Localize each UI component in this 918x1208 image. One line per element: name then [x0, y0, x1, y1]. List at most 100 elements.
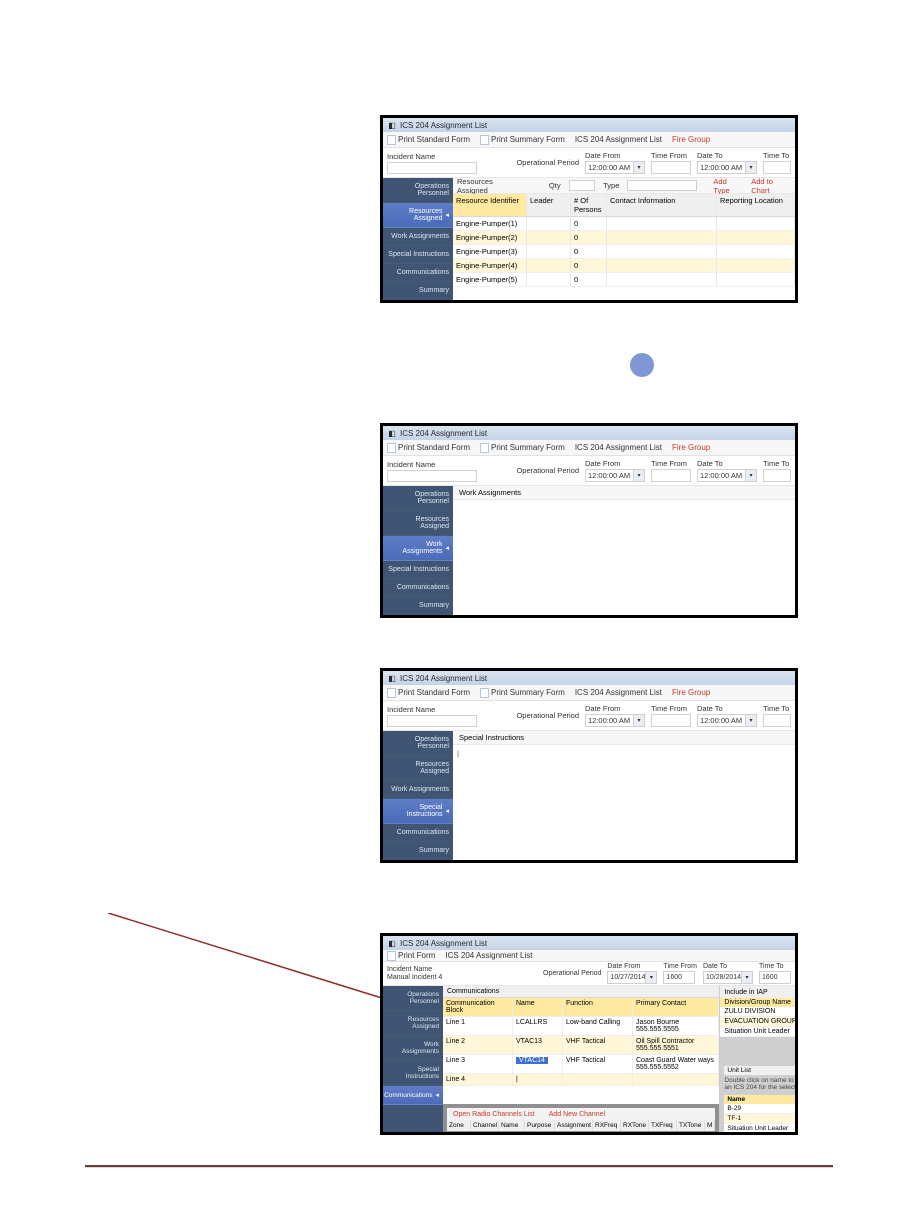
- nav-special-instructions[interactable]: Special Instructions: [383, 246, 453, 264]
- col-persons: # Of Persons: [571, 194, 607, 216]
- nav-operations-personnel[interactable]: Operations Personnel: [383, 178, 453, 203]
- app-icon: ◧: [387, 938, 397, 948]
- date-to-combo[interactable]: 10/28/2014▾: [703, 971, 753, 984]
- list-label: ICS 204 Assignment List: [445, 951, 532, 960]
- incident-name-input[interactable]: [387, 715, 477, 727]
- nav-operations-personnel[interactable]: Operations Personnel: [383, 486, 453, 511]
- add-to-chart-link[interactable]: Add to Chart: [751, 177, 791, 195]
- nav-operations-personnel[interactable]: Operations Personnel: [383, 986, 443, 1011]
- table-row[interactable]: Engine-Pumper(5)0: [453, 273, 795, 287]
- time-to-input[interactable]: [763, 469, 791, 482]
- window-title-bar: ◧ ICS 204 Assignment List: [383, 118, 795, 132]
- table-row[interactable]: Engine-Pumper(2)0: [453, 231, 795, 245]
- nav-resources-assigned[interactable]: Resources Assigned: [383, 1011, 443, 1036]
- print-form-button[interactable]: Print Form: [387, 951, 435, 961]
- date-to-combo[interactable]: 12:00:00 AM▾: [697, 714, 757, 727]
- add-new-channel-link[interactable]: Add New Channel: [549, 1111, 605, 1118]
- app-icon: ◧: [387, 673, 397, 683]
- time-from-input[interactable]: [651, 469, 691, 482]
- print-summary-button[interactable]: Print Summary Form: [480, 688, 565, 698]
- date-from-label: Date From: [585, 151, 645, 160]
- time-to-input[interactable]: [763, 161, 791, 174]
- time-from-label: Time From: [651, 704, 691, 713]
- table-row[interactable]: B-29unit: [724, 1104, 798, 1114]
- date-to-combo[interactable]: 12:00:00 AM▾: [697, 469, 757, 482]
- table-row[interactable]: Line 1LCALLRSLow-band CallingJason Bourn…: [443, 1017, 719, 1036]
- table-row[interactable]: Line 4|: [443, 1074, 719, 1086]
- iap-panel: Include in IAP Division/Group Name ZULU …: [720, 986, 798, 1135]
- selected-cell[interactable]: VTAC14: [516, 1057, 548, 1064]
- op-period-label: Operational Period: [516, 466, 579, 475]
- date-from-combo[interactable]: 10/27/2014▾: [607, 971, 657, 984]
- work-assignments-textarea[interactable]: [453, 500, 795, 615]
- nav-resources-assigned[interactable]: Resources Assigned: [383, 511, 453, 536]
- date-from-combo[interactable]: 12:00:00 AM▾: [585, 714, 645, 727]
- date-to-combo[interactable]: 12:00:00 AM ▾: [697, 161, 757, 174]
- col-comm-block: Communication Block: [443, 998, 513, 1017]
- open-radio-channels-link[interactable]: Open Radio Channels List: [453, 1111, 535, 1118]
- print-summary-button[interactable]: Print Summary Form: [480, 135, 565, 145]
- list-item[interactable]: Situation Unit Leader: [720, 1027, 798, 1037]
- time-to-input[interactable]: [763, 714, 791, 727]
- date-from-combo[interactable]: 12:00:00 AM ▾: [585, 161, 645, 174]
- print-standard-button[interactable]: Print Standard Form: [387, 135, 470, 145]
- nav-summary[interactable]: Summary: [383, 842, 453, 860]
- nav-communications[interactable]: Communications◂: [383, 1086, 443, 1105]
- op-period-label: Operational Period: [543, 970, 601, 977]
- nav-communications[interactable]: Communications: [383, 824, 453, 842]
- print-summary-button[interactable]: Print Summary Form: [480, 443, 565, 453]
- date-from-combo[interactable]: 12:00:00 AM▾: [585, 469, 645, 482]
- special-instructions-textarea[interactable]: |: [453, 745, 795, 860]
- nav-special-instructions[interactable]: Special Instructions: [383, 561, 453, 579]
- incident-name-input[interactable]: [387, 162, 477, 174]
- table-row[interactable]: Situation Unit Leaderunit: [724, 1123, 798, 1133]
- table-row[interactable]: Engine-Pumper(4)0: [453, 259, 795, 273]
- qty-label: Qty: [549, 181, 561, 190]
- page-divider: [85, 1165, 833, 1168]
- col-leader: Leader: [527, 194, 571, 216]
- sidebar: Operations Personnel Resources Assigned◂…: [383, 178, 453, 300]
- table-row[interactable]: TF-1unit: [724, 1113, 798, 1123]
- list-item[interactable]: ZULU DIVISION: [720, 1007, 798, 1017]
- nav-special-instructions[interactable]: Special Instructions: [383, 1061, 443, 1086]
- table-row[interactable]: Resources Unit Leaderunit: [724, 1133, 798, 1135]
- incident-name-label: Incident Name: [387, 705, 477, 714]
- date-to-value: 12:00:00 AM: [700, 163, 742, 172]
- nav-operations-personnel[interactable]: Operations Personnel: [383, 731, 453, 756]
- nav-resources-assigned[interactable]: Resources Assigned◂: [383, 203, 453, 228]
- nav-work-assignments[interactable]: Work Assignments: [383, 781, 453, 799]
- qty-input[interactable]: [569, 180, 596, 191]
- nav-summary[interactable]: Summary: [383, 282, 453, 300]
- table-row[interactable]: Engine-Pumper(1)0: [453, 217, 795, 231]
- nav-special-instructions[interactable]: Special Instructions◂: [383, 799, 453, 824]
- time-from-input[interactable]: 1600: [663, 971, 695, 984]
- nav-communications[interactable]: Communications: [383, 579, 453, 597]
- table-row[interactable]: Line 2VTAC13VHF TacticalOil Spill Contra…: [443, 1036, 719, 1055]
- print-standard-button[interactable]: Print Standard Form: [387, 443, 470, 453]
- time-to-label: Time To: [763, 704, 791, 713]
- doc-icon: [387, 951, 396, 961]
- screenshot-resources-assigned: ◧ ICS 204 Assignment List Print Standard…: [380, 115, 798, 303]
- nav-summary[interactable]: Summary: [383, 597, 453, 615]
- list-item[interactable]: EVACUATION GROUP: [720, 1017, 798, 1027]
- work-assignments-title: Work Assignments: [453, 486, 795, 500]
- table-row[interactable]: Line 3VTAC14VHF TacticalCoast Guard Wate…: [443, 1055, 719, 1074]
- nav-work-assignments[interactable]: Work Assignments: [383, 1036, 443, 1061]
- incident-name-input[interactable]: [387, 470, 477, 482]
- nav-communications[interactable]: Communications: [383, 264, 453, 282]
- special-instructions-title: Special Instructions: [453, 731, 795, 745]
- table-row[interactable]: Engine-Pumper(3)0: [453, 245, 795, 259]
- type-input[interactable]: [627, 180, 697, 191]
- text-caret: |: [457, 749, 459, 758]
- nav-resources-assigned[interactable]: Resources Assigned: [383, 756, 453, 781]
- time-from-input[interactable]: [651, 161, 691, 174]
- nav-work-assignments[interactable]: Work Assignments◂: [383, 536, 453, 561]
- add-type-link[interactable]: Add Type: [713, 177, 743, 195]
- doc-icon: [480, 135, 489, 145]
- unit-list-table: NameType B-29unit TF-1unit Situation Uni…: [724, 1095, 798, 1135]
- chevron-down-icon: ▾: [745, 162, 756, 173]
- time-to-input[interactable]: 1600: [759, 971, 791, 984]
- nav-work-assignments[interactable]: Work Assignments: [383, 228, 453, 246]
- print-standard-button[interactable]: Print Standard Form: [387, 688, 470, 698]
- time-from-input[interactable]: [651, 714, 691, 727]
